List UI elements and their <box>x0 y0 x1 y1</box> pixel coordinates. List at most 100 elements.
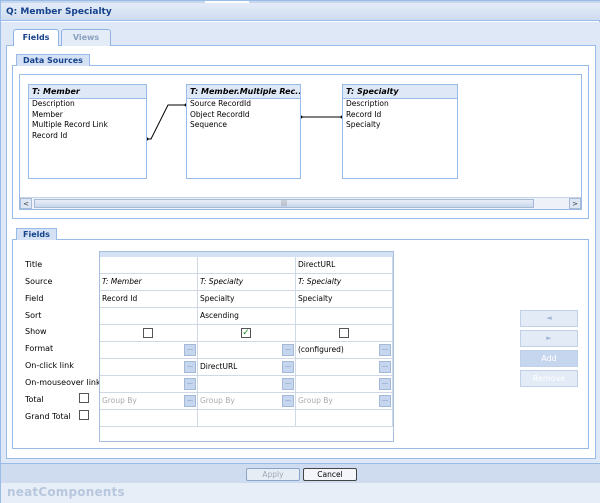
cell-sort[interactable]: Ascending <box>198 308 296 325</box>
fields-label: Fields <box>16 228 57 240</box>
row-label-sort: Sort <box>25 311 42 320</box>
cell-empty <box>100 410 198 427</box>
cell-title[interactable] <box>100 257 198 274</box>
cell-source[interactable]: T: Member <box>100 274 198 291</box>
cell-onmouseover[interactable]: ... <box>296 376 393 393</box>
cell-format-value: (configured) <box>298 345 344 354</box>
move-right-button[interactable]: ► <box>520 330 578 347</box>
format-ellipsis-button[interactable]: ... <box>184 344 196 356</box>
cell-show <box>100 325 198 342</box>
table-member-field[interactable]: Multiple Record Link <box>29 120 146 131</box>
cell-sort[interactable] <box>100 308 198 325</box>
table-member[interactable]: T: Member Description Member Multiple Re… <box>28 84 147 179</box>
onmouseover-ellipsis-button[interactable]: ... <box>184 378 196 390</box>
row-label-title: Title <box>25 260 43 269</box>
row-label-field: Field <box>25 294 44 303</box>
total-ellipsis-button[interactable]: ... <box>184 395 196 407</box>
show-checkbox[interactable] <box>143 328 153 338</box>
cell-onclick[interactable]: DirectURL ... <box>198 359 296 376</box>
scroll-left-button[interactable]: < <box>20 198 32 209</box>
table-link-field[interactable]: Source RecordId <box>187 99 300 110</box>
move-left-button[interactable]: ◄ <box>520 310 578 327</box>
cell-total[interactable]: Group By ... <box>100 393 198 410</box>
table-link-field[interactable]: Sequence <box>187 120 300 131</box>
brand-logo: neatComponents <box>7 485 125 499</box>
row-label-onmouseover: On-mouseover link <box>25 378 101 387</box>
cell-total-value: Group By <box>102 396 137 405</box>
title-bar: Q: Member Specialty <box>1 3 600 21</box>
table-member-field[interactable]: Record Id <box>29 131 146 142</box>
scroll-right-button[interactable]: > <box>569 198 581 209</box>
show-checkbox[interactable] <box>339 328 349 338</box>
total-ellipsis-button[interactable]: ... <box>282 395 294 407</box>
cell-onclick-value: DirectURL <box>200 362 238 371</box>
table-member-multiple-record[interactable]: T: Member.Multiple Rec... Source RecordI… <box>186 84 301 179</box>
button-bar: Apply Cancel <box>1 463 600 483</box>
table-specialty-field[interactable]: Specialty <box>343 120 457 131</box>
cell-field[interactable]: Specialty <box>198 291 296 308</box>
onmouseover-ellipsis-button[interactable]: ... <box>282 378 294 390</box>
cell-show <box>296 325 393 342</box>
tab-views[interactable]: Views <box>61 29 111 46</box>
horizontal-scrollbar[interactable]: < ||| > <box>20 197 581 209</box>
total-checkbox[interactable] <box>79 393 89 403</box>
apply-button[interactable]: Apply <box>246 468 300 481</box>
table-specialty-field[interactable]: Description <box>343 99 457 110</box>
cell-empty <box>296 410 393 427</box>
cell-format[interactable]: (configured) ... <box>296 342 393 359</box>
cell-total-value: Group By <box>298 396 333 405</box>
table-member-field[interactable]: Member <box>29 110 146 121</box>
onclick-ellipsis-button[interactable]: ... <box>379 361 391 373</box>
data-sources-label: Data Sources <box>16 54 90 66</box>
cell-onmouseover[interactable]: ... <box>198 376 296 393</box>
tab-strip: Fields Views <box>6 28 596 47</box>
row-label-format: Format <box>25 344 54 353</box>
table-link-field[interactable]: Object RecordId <box>187 110 300 121</box>
row-label-source: Source <box>25 277 53 286</box>
cell-onclick[interactable]: ... <box>100 359 198 376</box>
onmouseover-ellipsis-button[interactable]: ... <box>379 378 391 390</box>
table-member-header[interactable]: T: Member <box>29 85 146 99</box>
format-ellipsis-button[interactable]: ... <box>379 344 391 356</box>
cell-sort[interactable] <box>296 308 393 325</box>
cell-format[interactable]: ... <box>198 342 296 359</box>
total-ellipsis-button[interactable]: ... <box>379 395 391 407</box>
format-ellipsis-button[interactable]: ... <box>282 344 294 356</box>
show-checkbox[interactable]: ✓ <box>241 328 251 338</box>
cell-source[interactable]: T: Specialty <box>296 274 393 291</box>
table-link-header[interactable]: T: Member.Multiple Rec... <box>187 85 300 99</box>
onclick-ellipsis-button[interactable]: ... <box>184 361 196 373</box>
onclick-ellipsis-button[interactable]: ... <box>282 361 294 373</box>
cell-field[interactable]: Specialty <box>296 291 393 308</box>
cell-empty <box>198 410 296 427</box>
tab-fields[interactable]: Fields <box>13 29 59 47</box>
cell-title[interactable] <box>198 257 296 274</box>
window-title: Q: Member Specialty <box>6 7 112 17</box>
footer: neatComponents <box>1 483 600 503</box>
row-label-grand-total: Grand Total <box>25 412 71 421</box>
cell-show: ✓ <box>198 325 296 342</box>
add-button[interactable]: Add <box>520 350 578 367</box>
cell-total[interactable]: Group By ... <box>198 393 296 410</box>
cell-source[interactable]: T: Specialty <box>198 274 296 291</box>
scroll-thumb[interactable]: ||| <box>34 199 534 208</box>
table-specialty-header[interactable]: T: Specialty <box>343 85 457 99</box>
cell-total[interactable]: Group By ... <box>296 393 393 410</box>
fields-grid: T: Member Record Id ... ... ... Group By… <box>99 251 394 442</box>
cell-title[interactable]: DirectURL <box>296 257 393 274</box>
cell-field[interactable]: Record Id <box>100 291 198 308</box>
query-window: Q: Member Specialty Fields Views Data So… <box>0 0 600 503</box>
table-specialty-field[interactable]: Record Id <box>343 110 457 121</box>
data-sources-canvas: T: Member Description Member Multiple Re… <box>19 74 582 210</box>
cancel-button[interactable]: Cancel <box>303 468 357 481</box>
cell-onmouseover[interactable]: ... <box>100 376 198 393</box>
row-label-onclick: On-click link <box>25 361 74 370</box>
grand-total-checkbox[interactable] <box>79 410 89 420</box>
cell-onclick[interactable]: ... <box>296 359 393 376</box>
table-member-field[interactable]: Description <box>29 99 146 110</box>
row-label-total: Total <box>25 395 44 404</box>
row-label-show: Show <box>25 327 47 336</box>
remove-button[interactable]: Remove <box>520 370 578 387</box>
table-specialty[interactable]: T: Specialty Description Record Id Speci… <box>342 84 458 179</box>
cell-format[interactable]: ... <box>100 342 198 359</box>
